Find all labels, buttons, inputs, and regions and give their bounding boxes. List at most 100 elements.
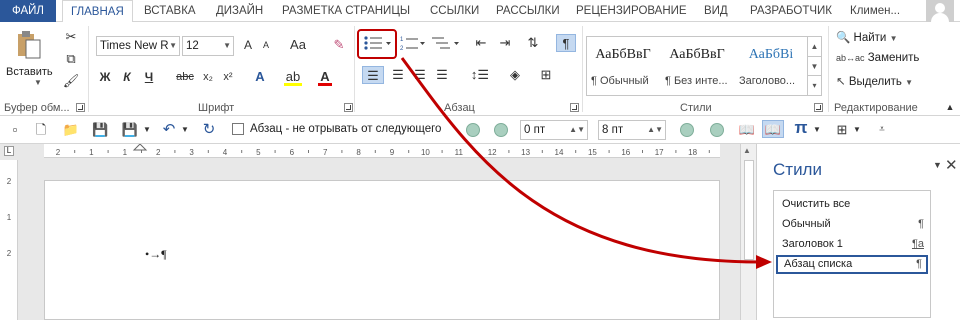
tab-review[interactable]: РЕЦЕНЗИРОВАНИЕ xyxy=(568,0,695,22)
tab-view[interactable]: ВИД xyxy=(696,0,736,22)
paste-label[interactable]: Вставить xyxy=(6,66,53,78)
tab-references[interactable]: ССЫЛКИ xyxy=(422,0,487,22)
table-grid-icon[interactable]: ⊞ xyxy=(834,121,850,139)
save-as-icon[interactable]: 💾 xyxy=(120,121,140,139)
text-effects-icon[interactable]: A xyxy=(252,68,268,86)
font-color-icon[interactable]: A xyxy=(318,68,332,86)
highlight-icon[interactable]: ab xyxy=(284,68,302,86)
tab-insert[interactable]: ВСТАВКА xyxy=(136,0,204,22)
more-icon[interactable]: ▾ xyxy=(808,75,821,94)
gallery-scroll[interactable]: ▲ ▼ ▾ xyxy=(807,37,821,95)
bold-icon[interactable]: Ж xyxy=(98,68,112,86)
underline-icon[interactable]: Ч xyxy=(142,68,156,86)
find-button[interactable]: 🔍 Найти ▼ xyxy=(836,30,897,44)
chevron-down-icon[interactable]: ▼ xyxy=(142,121,152,139)
space-before-spinner[interactable]: 0 пт ▲▼ xyxy=(520,120,588,140)
superscript-icon[interactable]: x² xyxy=(220,68,236,86)
align-right-icon[interactable]: ☰ xyxy=(410,66,430,84)
spinner-arrows-icon[interactable]: ▲▼ xyxy=(569,121,585,139)
tab-layout[interactable]: РАЗМЕТКА СТРАНИЦЫ xyxy=(274,0,418,22)
user-name[interactable]: Климен... xyxy=(842,0,908,22)
font-size-combo[interactable]: 12 ▼ xyxy=(182,36,234,56)
format-painter-icon[interactable]: 🖌 xyxy=(62,72,80,90)
chevron-up-icon[interactable]: ▲ xyxy=(808,37,821,56)
cut-icon[interactable]: ✂ xyxy=(62,28,80,46)
keep-with-next-checkbox[interactable] xyxy=(232,123,244,135)
styles-launcher-icon[interactable] xyxy=(814,103,823,112)
line-spacing-icon[interactable]: ↕☰ xyxy=(468,66,492,84)
justify-icon[interactable]: ☰ xyxy=(432,66,452,84)
indent-marker[interactable] xyxy=(132,143,148,151)
paragraph-launcher-icon[interactable] xyxy=(570,103,579,112)
list-item-heading1[interactable]: Заголовок 1 ¶a xyxy=(776,235,928,254)
spinner-arrows-icon[interactable]: ▲▼ xyxy=(647,121,663,139)
clear-formatting-icon[interactable]: ✎ xyxy=(330,36,348,54)
pane-menu-icon[interactable]: ▼ xyxy=(933,160,942,170)
close-icon[interactable]: ✕ xyxy=(945,156,958,174)
chevron-down-icon[interactable]: ▼ xyxy=(852,121,862,139)
horizontal-ruler[interactable]: 2 1 1 2 3 4 5 6 7 8 9 10 11 12 13 14 15 16 17 18 xyxy=(44,143,720,158)
shrink-font-icon[interactable]: A xyxy=(258,36,274,54)
chevron-down-icon[interactable]: ▼ xyxy=(812,121,822,139)
decrease-indent-icon[interactable]: ⇤ xyxy=(472,34,490,52)
tab-home[interactable]: ГЛАВНАЯ xyxy=(62,0,133,23)
collapse-ribbon-icon[interactable]: ▲ xyxy=(944,98,956,116)
vertical-scrollbar[interactable]: ▲ xyxy=(740,144,756,320)
italic-icon[interactable]: К xyxy=(120,68,134,86)
redo-icon[interactable]: ↻ xyxy=(200,121,218,139)
space-after-icon[interactable] xyxy=(680,123,694,137)
borders-icon[interactable]: ⊞ xyxy=(534,66,558,84)
sort-icon[interactable]: ⇅ xyxy=(524,34,542,52)
tab-selector-icon[interactable]: L xyxy=(4,146,14,156)
select-button[interactable]: ↖ Выделить ▼ xyxy=(836,74,913,88)
two-pages-icon[interactable]: 📖 xyxy=(762,120,784,138)
vertical-ruler[interactable]: 2 1 2 xyxy=(0,160,18,320)
tab-developer[interactable]: РАЗРАБОТЧИК xyxy=(742,0,840,22)
numbering-icon[interactable]: 12 xyxy=(400,34,426,52)
copy-icon[interactable]: ⧉ xyxy=(62,50,80,68)
open-folder-icon[interactable]: 📁 xyxy=(62,121,80,139)
undo-icon[interactable]: ↶ xyxy=(160,121,178,139)
space-before-auto-icon[interactable] xyxy=(494,123,508,137)
space-before-icon[interactable] xyxy=(466,123,480,137)
save-icon[interactable]: 💾 xyxy=(92,121,108,139)
equation-icon[interactable]: π xyxy=(792,119,810,137)
tab-mailings[interactable]: РАССЫЛКИ xyxy=(488,0,568,22)
space-after-spinner[interactable]: 8 пт ▲▼ xyxy=(598,120,666,140)
change-case-icon[interactable]: Aa xyxy=(286,36,310,54)
style-normal[interactable]: АаБбВвГ ¶ Обычный xyxy=(587,37,659,95)
avatar[interactable] xyxy=(926,0,954,22)
list-item-list-paragraph[interactable]: Абзац списка ¶ xyxy=(776,255,928,274)
space-after-auto-icon[interactable] xyxy=(710,123,724,137)
list-paragraph-mark[interactable]: •→¶ xyxy=(145,247,167,262)
format-paragraph-icon[interactable]: ▫ xyxy=(8,121,22,139)
chevron-down-icon[interactable]: ▼ xyxy=(180,121,190,139)
grow-font-icon[interactable]: A xyxy=(240,36,256,54)
strikethrough-icon[interactable]: abc xyxy=(174,68,196,86)
align-center-icon[interactable]: ☰ xyxy=(388,66,408,84)
paste-icon[interactable] xyxy=(12,28,44,60)
font-launcher-icon[interactable] xyxy=(344,103,353,112)
new-document-icon[interactable]: 🗋 xyxy=(34,121,48,139)
document-page[interactable]: •→¶ xyxy=(44,180,720,320)
align-left-icon[interactable]: ☰ xyxy=(362,66,384,84)
increase-indent-icon[interactable]: ⇥ xyxy=(496,34,514,52)
list-item-clear-all[interactable]: Очистить все xyxy=(776,195,928,214)
scrollbar-thumb[interactable] xyxy=(744,160,754,260)
paste-dropdown-icon[interactable]: ▼ xyxy=(34,78,42,87)
show-formatting-icon[interactable]: ¶ xyxy=(556,34,576,52)
customize-toolbar-icon[interactable]: ⩡ xyxy=(876,121,888,139)
tab-design[interactable]: ДИЗАЙН xyxy=(208,0,271,22)
list-item-normal[interactable]: Обычный ¶ xyxy=(776,215,928,234)
style-no-spacing[interactable]: АаБбВвГ ¶ Без инте... xyxy=(661,37,733,95)
tab-file[interactable]: ФАЙЛ xyxy=(0,0,56,22)
styles-gallery[interactable]: АаБбВвГ ¶ Обычный АаБбВвГ ¶ Без инте... … xyxy=(586,36,822,96)
style-heading1[interactable]: АаБбВі Заголово... xyxy=(735,37,807,95)
subscript-icon[interactable]: x₂ xyxy=(200,68,216,86)
replace-button[interactable]: ab↔ac Заменить xyxy=(836,52,919,64)
clipboard-launcher-icon[interactable] xyxy=(76,103,85,112)
font-name-combo[interactable]: Times New R ▼ xyxy=(96,36,180,56)
chevron-up-icon[interactable]: ▲ xyxy=(743,146,751,155)
reading-mode-icon[interactable]: 📖 xyxy=(738,121,756,139)
shading-icon[interactable]: ◈ xyxy=(504,66,526,84)
